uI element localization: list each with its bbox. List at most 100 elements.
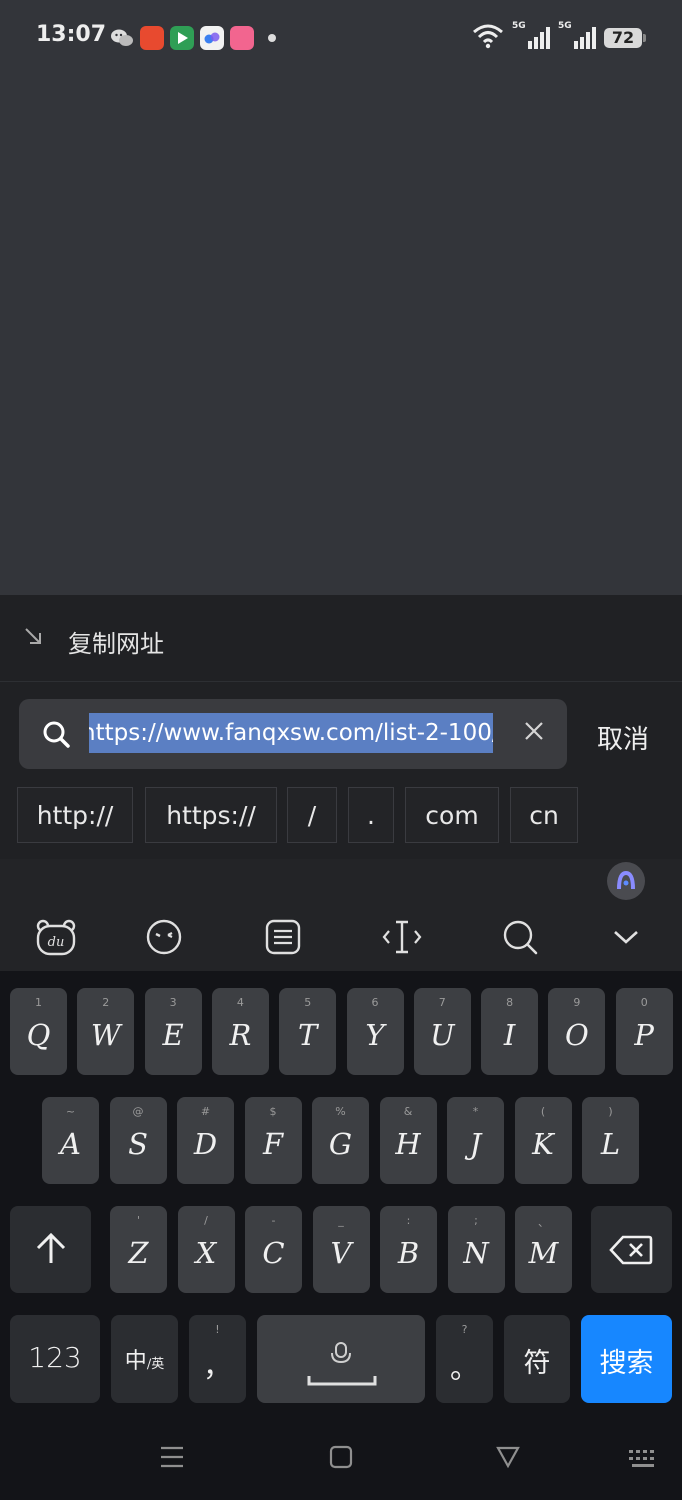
- key-hint: 9: [573, 996, 581, 1009]
- key-o[interactable]: 9O: [548, 988, 606, 1075]
- key-label: S: [128, 1127, 148, 1161]
- status-time: 13:07: [36, 22, 107, 47]
- quick-key-cn[interactable]: cn: [510, 787, 578, 843]
- key-hint: ': [136, 1214, 141, 1227]
- key-y[interactable]: 6Y: [346, 988, 404, 1075]
- key-label: B: [397, 1236, 420, 1270]
- menu-icon[interactable]: [160, 1445, 184, 1473]
- key-hint: 7: [438, 996, 446, 1009]
- key-label: J: [469, 1127, 482, 1161]
- key-hint: 2: [102, 996, 110, 1009]
- key-n[interactable]: ; N: [447, 1206, 505, 1293]
- key-h[interactable]: & H: [379, 1097, 437, 1184]
- backspace-key[interactable]: [591, 1206, 672, 1293]
- key-v[interactable]: _ V: [312, 1206, 370, 1293]
- video-app-icon: [170, 26, 194, 50]
- clear-icon[interactable]: [523, 717, 545, 749]
- key-j[interactable]: * J: [447, 1097, 504, 1184]
- key-m[interactable]: 、 M: [515, 1206, 572, 1293]
- url-search-field[interactable]: https://www.fanqxsw.com/list-2-100/: [19, 699, 567, 769]
- status-indicators: 5G 5G 72: [472, 21, 646, 52]
- search-key-label: 搜索: [599, 1348, 654, 1379]
- key-label: P: [634, 1018, 654, 1052]
- signal-1-icon: 5G: [512, 21, 550, 49]
- clipboard-icon[interactable]: [261, 917, 305, 957]
- microphone-icon: [329, 1341, 353, 1371]
- du-bear-icon[interactable]: du: [34, 917, 78, 957]
- cursor-icon[interactable]: [380, 917, 424, 957]
- key-l[interactable]: ) L: [582, 1097, 639, 1184]
- language-switch-key[interactable]: 中/英: [111, 1315, 178, 1403]
- quick-key-dot[interactable]: .: [348, 787, 394, 843]
- key-hint: /: [204, 1214, 208, 1227]
- search-icon[interactable]: [498, 917, 542, 957]
- key-q[interactable]: 1Q: [10, 988, 67, 1075]
- backspace-icon: [609, 1235, 653, 1269]
- key-label: U: [430, 1018, 455, 1052]
- key-hint: @: [132, 1105, 144, 1118]
- key-b[interactable]: :B: [380, 1206, 437, 1293]
- battery-icon: 72: [604, 28, 646, 48]
- keyboard: du 123 中/英 ! ， ? 。 符 搜索 1 Q 2 W 3 E 4 R …: [0, 859, 682, 1500]
- home-icon[interactable]: [329, 1445, 353, 1473]
- bilibili-icon: [230, 26, 254, 50]
- key-label: R: [229, 1018, 252, 1052]
- collapse-chevron-icon[interactable]: [604, 917, 648, 957]
- comma-key[interactable]: ! ，: [189, 1315, 246, 1403]
- wechat-icon: [110, 26, 134, 50]
- key-a[interactable]: ~ A: [42, 1097, 99, 1184]
- url-input[interactable]: https://www.fanqxsw.com/list-2-100/: [89, 713, 493, 753]
- key-g[interactable]: % G: [312, 1097, 369, 1184]
- period-key-label: 。: [449, 1351, 479, 1385]
- key-hint: 1: [35, 996, 42, 1009]
- key-label: A: [60, 1127, 81, 1161]
- key-hint: ): [608, 1105, 613, 1118]
- key-z[interactable]: ' Z: [110, 1206, 167, 1293]
- back-icon[interactable]: [496, 1445, 520, 1473]
- key-hint: (: [540, 1105, 546, 1118]
- period-key[interactable]: ? 。: [436, 1315, 493, 1403]
- key-s[interactable]: @ S: [109, 1097, 167, 1184]
- search-key[interactable]: 搜索: [581, 1315, 672, 1403]
- quick-key-com[interactable]: com: [405, 787, 499, 843]
- key-i[interactable]: 8I: [481, 988, 539, 1075]
- key-f[interactable]: $ F: [244, 1097, 302, 1184]
- shift-key[interactable]: [10, 1206, 91, 1293]
- key-hint: $: [269, 1105, 277, 1118]
- key-label: N: [463, 1236, 489, 1270]
- key-u[interactable]: 7U: [413, 988, 471, 1075]
- symbol-key[interactable]: 符: [504, 1315, 570, 1403]
- shift-arrow-icon: [34, 1232, 68, 1270]
- cloud-app-icon: [200, 26, 224, 50]
- key-d[interactable]: # D: [177, 1097, 234, 1184]
- key-k[interactable]: (K: [514, 1097, 572, 1184]
- space-key[interactable]: [257, 1315, 425, 1403]
- emoji-icon[interactable]: [142, 917, 186, 957]
- keyboard-icon[interactable]: [628, 1449, 658, 1473]
- key-r[interactable]: 4R: [211, 988, 269, 1075]
- copy-url-suggestion[interactable]: 复制网址: [0, 595, 682, 682]
- key-hint: 3: [169, 996, 177, 1009]
- key-hint: _: [338, 1214, 344, 1227]
- quick-key-slash[interactable]: /: [287, 787, 337, 843]
- signal-1-label: 5G: [512, 21, 526, 31]
- key-hint: %: [335, 1105, 346, 1118]
- language-sub-label: /英: [146, 1357, 165, 1372]
- cancel-button[interactable]: 取消: [597, 719, 649, 756]
- key-p[interactable]: 0P: [615, 988, 673, 1075]
- arrow-down-right-icon: [22, 625, 44, 651]
- ai-assistant-icon[interactable]: [607, 862, 645, 900]
- key-c[interactable]: -C: [245, 1206, 302, 1293]
- key-label: Y: [365, 1018, 385, 1052]
- space-bar-icon: [307, 1371, 377, 1390]
- key-t[interactable]: 5T: [279, 988, 337, 1075]
- key-x[interactable]: / X: [177, 1206, 235, 1293]
- key-hint: 、: [538, 1216, 549, 1229]
- key-w[interactable]: 2W: [77, 988, 135, 1075]
- key-hint: ~: [65, 1105, 76, 1118]
- key-label: H: [395, 1127, 421, 1161]
- quick-key-https[interactable]: https://: [145, 787, 277, 843]
- quick-key-http[interactable]: http://: [17, 787, 133, 843]
- numbers-key[interactable]: 123: [10, 1315, 100, 1403]
- key-e[interactable]: 3E: [144, 988, 202, 1075]
